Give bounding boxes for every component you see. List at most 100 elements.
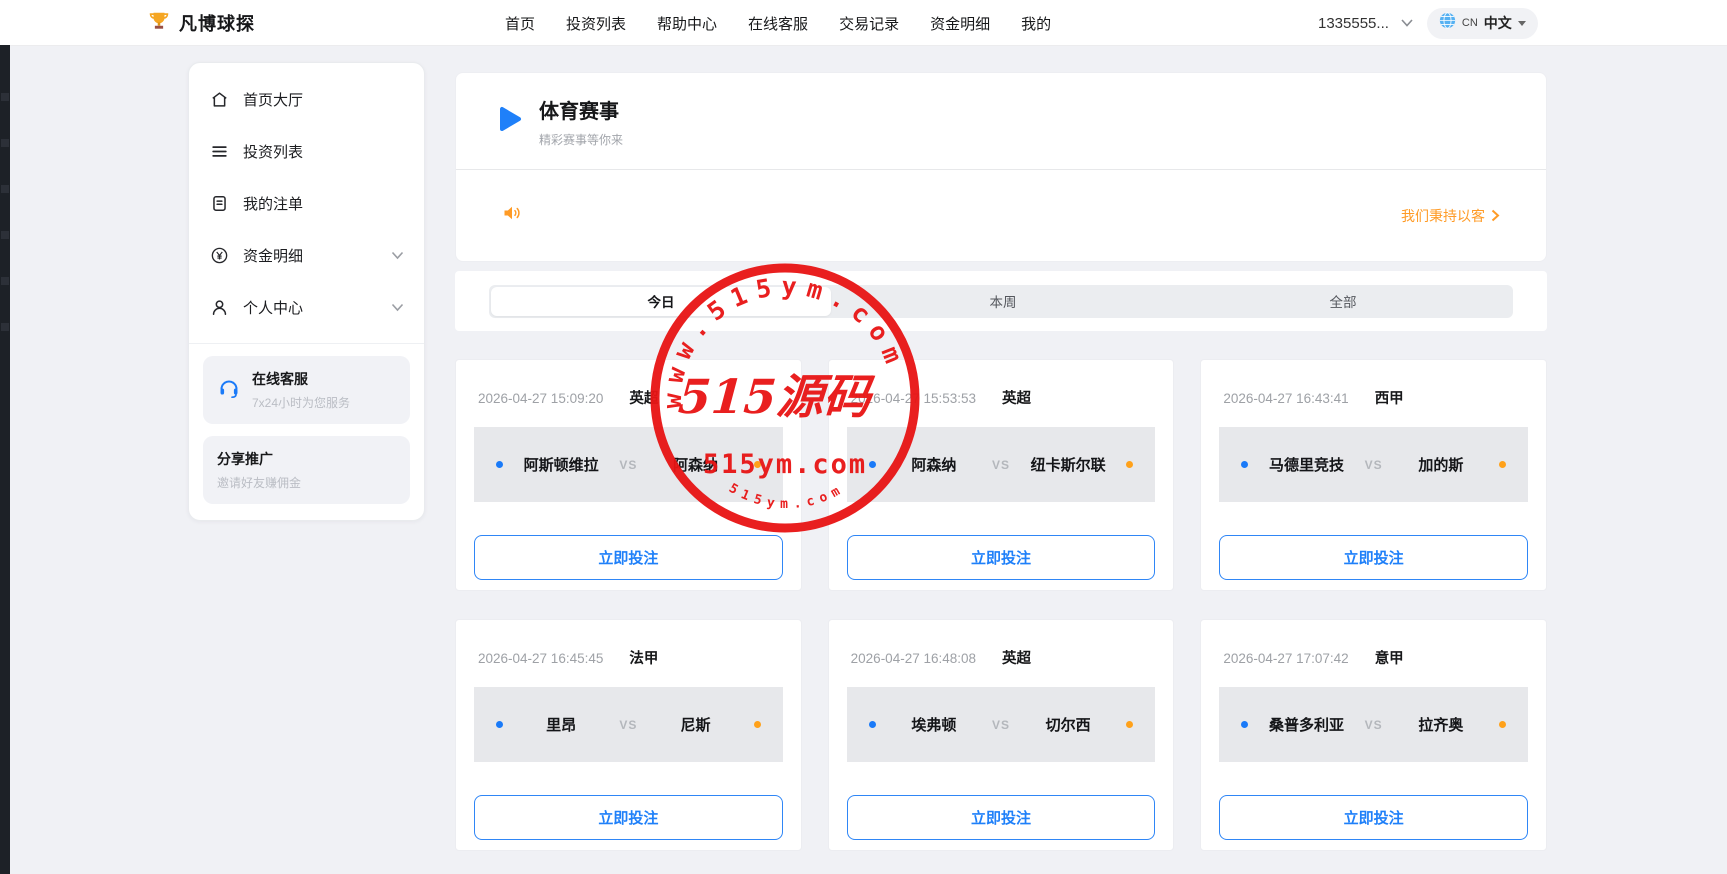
language-selector[interactable]: CN 中文 — [1427, 8, 1538, 39]
match-card-header: 2026-04-27 17:07:42 意甲 — [1219, 647, 1528, 668]
home-team-dot — [1241, 721, 1248, 728]
away-team-name: 尼斯 — [637, 714, 753, 735]
chevron-down-icon — [1401, 19, 1413, 27]
away-team-dot — [1126, 461, 1133, 468]
match-grid: 2026-04-27 15:09:20 英超 阿斯顿维拉 VS 阿森纳 立即投注… — [455, 359, 1547, 851]
user-icon — [209, 297, 229, 317]
nav-link[interactable]: 投资列表 — [566, 13, 626, 34]
home-team-dot — [496, 461, 503, 468]
match-card-header: 2026-04-27 16:45:45 法甲 — [474, 647, 783, 668]
match-card-header: 2026-04-27 15:09:20 英超 — [474, 387, 783, 408]
nav-link[interactable]: 交易记录 — [839, 13, 899, 34]
sidebar-item-personal-center[interactable]: 个人中心 — [189, 281, 424, 333]
nav-link[interactable]: 我的 — [1021, 13, 1051, 34]
away-team-dot — [754, 461, 761, 468]
caret-down-icon — [1518, 21, 1526, 26]
home-team-name: 马德里竞技 — [1248, 454, 1364, 475]
date-filter-tabs: 今日 本周 全部 — [489, 285, 1513, 318]
match-card: 2026-04-27 17:07:42 意甲 桑普多利亚 VS 拉齐奥 立即投注 — [1200, 619, 1547, 851]
match-teams-row: 阿森纳 VS 纽卡斯尔联 — [847, 427, 1156, 502]
account-dropdown[interactable]: 1335555... — [1318, 15, 1413, 32]
match-card: 2026-04-27 15:09:20 英超 阿斯顿维拉 VS 阿森纳 立即投注 — [455, 359, 802, 591]
match-league: 英超 — [1002, 387, 1031, 408]
match-teams-row: 里昂 VS 尼斯 — [474, 687, 783, 762]
vs-label: VS — [619, 718, 637, 732]
tab-this-week[interactable]: 本周 — [833, 285, 1173, 318]
home-team-name: 阿斯顿维拉 — [503, 454, 619, 475]
bet-now-button[interactable]: 立即投注 — [474, 535, 783, 580]
away-team-name: 纽卡斯尔联 — [1010, 454, 1126, 475]
sidebar-item-invest-list[interactable]: 投资列表 — [189, 125, 424, 177]
yuan-circle-icon — [209, 245, 229, 265]
match-card: 2026-04-27 16:43:41 西甲 马德里竞技 VS 加的斯 立即投注 — [1200, 359, 1547, 591]
match-datetime: 2026-04-27 16:43:41 — [1223, 391, 1348, 406]
topbar-right: 1335555... CN 中文 — [1318, 0, 1538, 46]
match-card: 2026-04-27 16:48:08 英超 埃弗顿 VS 切尔西 立即投注 — [828, 619, 1175, 851]
bet-now-button[interactable]: 立即投注 — [474, 795, 783, 840]
home-team-name: 桑普多利亚 — [1248, 714, 1364, 735]
chevron-right-icon — [1491, 209, 1500, 222]
away-team-name: 拉齐奥 — [1383, 714, 1499, 735]
document-icon — [209, 193, 229, 213]
match-teams-row: 埃弗顿 VS 切尔西 — [847, 687, 1156, 762]
sidebar-item-my-orders[interactable]: 我的注单 — [189, 177, 424, 229]
page-subtitle: 精彩赛事等你来 — [539, 131, 623, 148]
tab-all[interactable]: 全部 — [1173, 285, 1513, 318]
away-team-name: 切尔西 — [1010, 714, 1126, 735]
nav-link[interactable]: 首页 — [505, 13, 535, 34]
promo-card-title: 分享推广 — [217, 449, 301, 469]
match-league: 法甲 — [629, 647, 658, 668]
nav-link[interactable]: 在线客服 — [748, 13, 808, 34]
match-league: 西甲 — [1375, 387, 1404, 408]
sidebar-item-label: 首页大厅 — [243, 89, 303, 110]
away-team-dot — [754, 721, 761, 728]
announcement-link[interactable]: 我们秉持以客 — [1401, 206, 1500, 226]
bet-now-button[interactable]: 立即投注 — [847, 535, 1156, 580]
headset-icon — [217, 376, 241, 405]
logo-text: 凡博球探 — [179, 10, 255, 36]
nav-link[interactable]: 帮助中心 — [657, 13, 717, 34]
vs-label: VS — [619, 458, 637, 472]
sidebar-item-home-hall[interactable]: 首页大厅 — [189, 73, 424, 125]
top-navbar: 凡博球探 首页 投资列表 帮助中心 在线客服 交易记录 资金明细 我的 1335… — [0, 0, 1727, 46]
page-title: 体育赛事 — [539, 95, 623, 124]
sports-header-card: 体育赛事 精彩赛事等你来 我们秉持以客 — [455, 72, 1547, 262]
list-icon — [209, 141, 229, 161]
match-teams-row: 马德里竞技 VS 加的斯 — [1219, 427, 1528, 502]
away-team-dot — [1126, 721, 1133, 728]
left-edge-strip — [0, 45, 10, 874]
online-service-card[interactable]: 在线客服 7x24小时为您服务 — [203, 356, 410, 424]
chevron-down-icon — [391, 247, 404, 264]
announcement-text: 我们秉持以客 — [1401, 206, 1485, 226]
sidebar-item-label: 个人中心 — [243, 297, 303, 318]
away-team-name: 阿森纳 — [637, 454, 753, 475]
share-promo-card[interactable]: 分享推广 邀请好友赚佣金 — [203, 436, 410, 504]
sidebar-item-funds-detail[interactable]: 资金明细 — [189, 229, 424, 281]
vs-label: VS — [992, 718, 1010, 732]
match-card: 2026-04-27 16:45:45 法甲 里昂 VS 尼斯 立即投注 — [455, 619, 802, 851]
bet-now-button[interactable]: 立即投注 — [1219, 535, 1528, 580]
bet-now-button[interactable]: 立即投注 — [1219, 795, 1528, 840]
home-team-name: 埃弗顿 — [876, 714, 992, 735]
account-phone: 1335555... — [1318, 15, 1389, 32]
trophy-icon — [148, 10, 170, 37]
site-logo[interactable]: 凡博球探 — [148, 0, 255, 46]
vs-label: VS — [1365, 458, 1383, 472]
tab-today[interactable]: 今日 — [491, 287, 831, 316]
service-card-subtitle: 7x24小时为您服务 — [252, 394, 350, 411]
bet-now-button[interactable]: 立即投注 — [847, 795, 1156, 840]
globe-icon — [1439, 12, 1456, 34]
match-card-header: 2026-04-27 16:48:08 英超 — [847, 647, 1156, 668]
away-team-dot — [1499, 461, 1506, 468]
match-card-header: 2026-04-27 16:43:41 西甲 — [1219, 387, 1528, 408]
service-card-title: 在线客服 — [252, 369, 350, 389]
home-team-dot — [1241, 461, 1248, 468]
announcement-bar: 我们秉持以客 — [456, 170, 1546, 261]
away-team-dot — [1499, 721, 1506, 728]
home-team-dot — [869, 721, 876, 728]
home-team-name: 阿森纳 — [876, 454, 992, 475]
nav-link[interactable]: 资金明细 — [930, 13, 990, 34]
home-team-name: 里昂 — [503, 714, 619, 735]
lang-label: 中文 — [1484, 13, 1512, 33]
match-datetime: 2026-04-27 15:09:20 — [478, 391, 603, 406]
